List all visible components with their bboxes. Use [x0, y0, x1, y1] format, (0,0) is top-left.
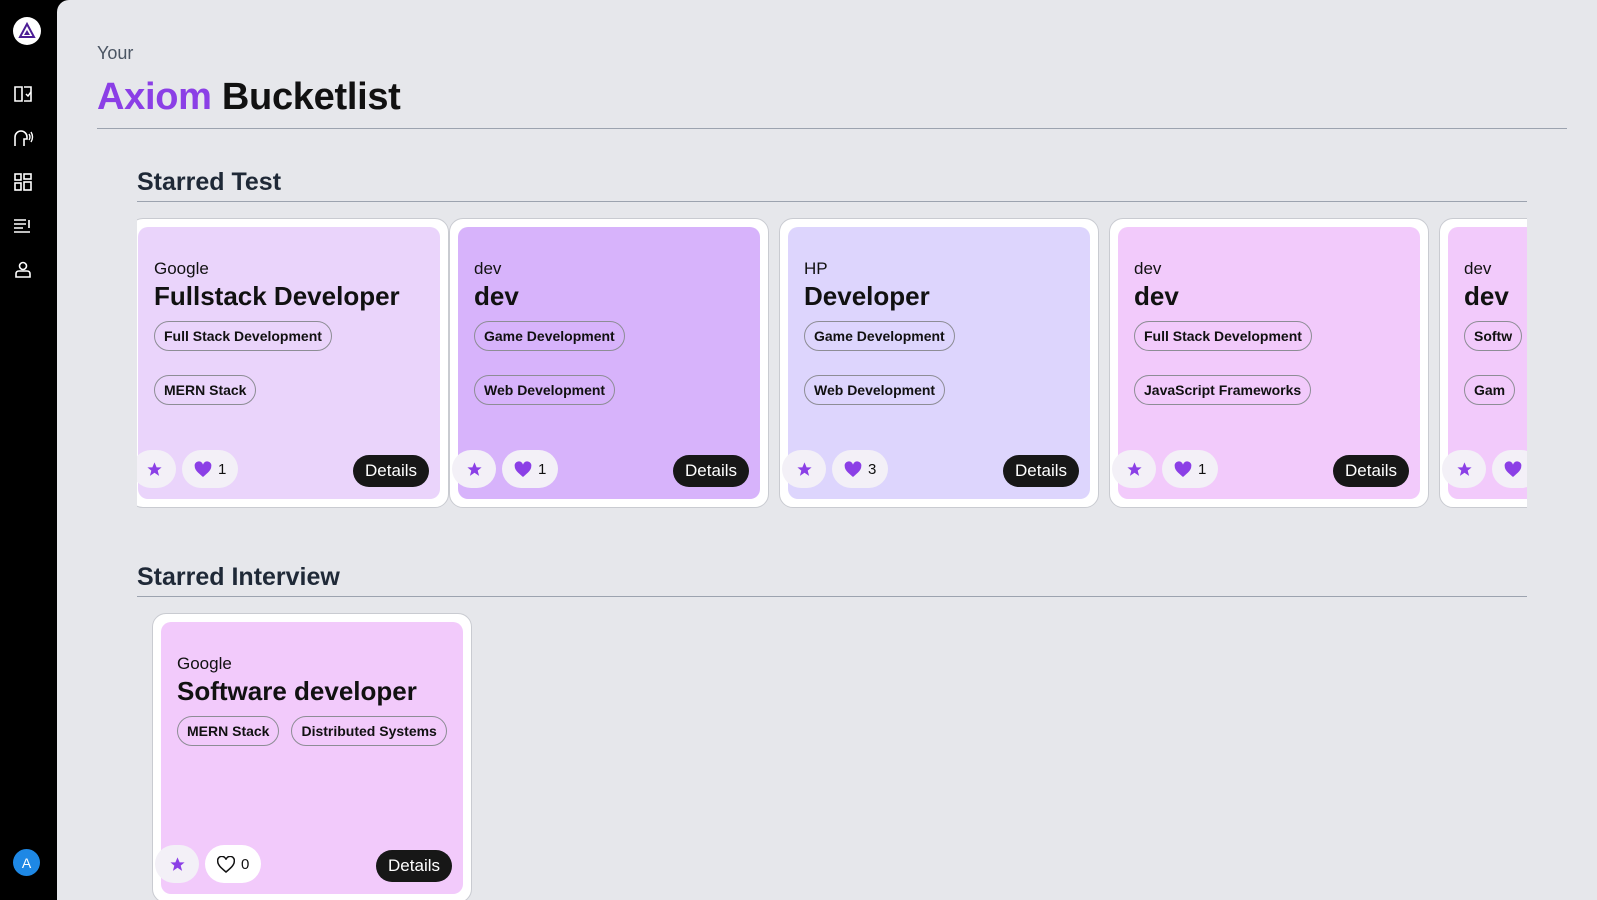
- card-tag[interactable]: MERN Stack: [154, 374, 257, 405]
- bucketlist-card[interactable]: dev dev Game Development Web Development 1 De…: [449, 218, 769, 508]
- card-body: Google Fullstack Developer Full Stack Deve…: [137, 227, 440, 499]
- star-button[interactable]: [1112, 450, 1156, 488]
- card-tag[interactable]: Web Development: [474, 374, 616, 405]
- page-title-accent: Axiom: [97, 76, 212, 118]
- details-button[interactable]: Details: [353, 455, 429, 487]
- like-button[interactable]: 1: [182, 450, 239, 488]
- card-tag[interactable]: Distributed Systems: [291, 715, 447, 746]
- card-role: dev: [1464, 281, 1509, 311]
- bucketlist-card[interactable]: devdevSoftwGamDetails: [1439, 218, 1527, 508]
- bucketlist-card[interactable]: dev dev Full Stack Development JavaScript F…: [1109, 218, 1429, 508]
- user-icon[interactable]: [12, 259, 34, 281]
- card-company: Google: [177, 654, 232, 673]
- like-count: 1: [1198, 460, 1207, 478]
- card-tags: Full Stack Development MERN Stack: [154, 320, 424, 405]
- star-button[interactable]: [137, 450, 176, 488]
- card-tags: MERN Stack Distributed Systems: [177, 715, 447, 746]
- card-tags: Game Development Web Development: [804, 320, 1074, 405]
- card-tag[interactable]: Softw: [1464, 320, 1523, 351]
- card-body: HP Developer Game Development Web Developme…: [782, 227, 1090, 499]
- like-button[interactable]: 1: [502, 450, 559, 488]
- like-button[interactable]: 1: [1162, 450, 1219, 488]
- like-button[interactable]: 0: [205, 845, 262, 883]
- card-body: dev dev Full Stack Development JavaScript F…: [1112, 227, 1420, 499]
- card-tags: Softw Gam: [1464, 320, 1527, 405]
- card-body: Google Software developer MERN Stack Distri…: [155, 622, 463, 894]
- like-count: 1: [218, 460, 227, 478]
- speaking-head-icon[interactable]: [12, 127, 34, 149]
- star-button[interactable]: [782, 450, 826, 488]
- section-divider: [137, 201, 1527, 202]
- card-tag[interactable]: MERN Stack: [177, 715, 280, 746]
- details-button[interactable]: Details: [376, 850, 452, 882]
- grid-icon[interactable]: [12, 171, 34, 193]
- card-tag[interactable]: Gam: [1464, 374, 1516, 405]
- card-tag[interactable]: Game Development: [804, 320, 955, 351]
- card-role: Developer: [804, 281, 930, 311]
- bucketlist-card[interactable]: HP Developer Game Development Web Developme…: [779, 218, 1099, 508]
- axiom-logo-icon[interactable]: [13, 17, 41, 45]
- card-company: dev: [1464, 259, 1492, 278]
- card-company: dev: [474, 259, 502, 278]
- page-title: Axiom Bucketlist: [97, 76, 401, 119]
- section-divider: [137, 596, 1527, 597]
- star-icon: [169, 856, 185, 871]
- like-button[interactable]: [1492, 450, 1527, 488]
- details-button[interactable]: Details: [1333, 455, 1409, 487]
- star-button[interactable]: [1442, 450, 1486, 488]
- avatar[interactable]: A: [13, 849, 40, 876]
- page-title-rest: Bucketlist: [221, 76, 401, 118]
- star-icon: [796, 461, 812, 476]
- section-title-starred-interview: Starred Interview: [137, 563, 340, 591]
- heart-outline-icon: [217, 855, 235, 873]
- like-count: 0: [241, 855, 250, 873]
- card-role: dev: [474, 281, 519, 311]
- card-role: Fullstack Developer: [154, 281, 400, 311]
- main-content: Your Axiom Bucketlist Starred Test Googl…: [57, 0, 1597, 900]
- bucketlist-card[interactable]: Google Fullstack Developer Full Stack Deve…: [137, 218, 449, 508]
- star-icon: [466, 461, 482, 476]
- card-company: HP: [804, 259, 828, 278]
- card-body: devdevSoftwGamDetails: [1442, 227, 1527, 499]
- card-tag[interactable]: Web Development: [804, 374, 946, 405]
- like-count: 3: [868, 460, 877, 478]
- avatar-letter: A: [21, 854, 32, 871]
- card-company: Google: [154, 259, 209, 278]
- card-tag[interactable]: Full Stack Development: [1134, 320, 1312, 351]
- star-icon: [1126, 461, 1142, 476]
- card-track: Google Software developer MERN Stack Distri…: [137, 613, 1527, 900]
- book-icon[interactable]: [12, 83, 34, 105]
- title-divider: [97, 128, 1567, 129]
- heart-icon: [194, 460, 212, 477]
- page-eyebrow: Your: [97, 43, 134, 63]
- star-button[interactable]: [452, 450, 496, 488]
- like-count: 1: [538, 460, 547, 478]
- star-icon: [146, 461, 162, 476]
- sidebar: A: [0, 0, 57, 900]
- details-button[interactable]: Details: [1003, 455, 1079, 487]
- card-body: dev dev Game Development Web Development 1 De…: [452, 227, 760, 499]
- like-button[interactable]: 3: [832, 450, 889, 488]
- heart-icon: [844, 460, 862, 477]
- card-tag[interactable]: JavaScript Frameworks: [1134, 374, 1312, 405]
- card-track: Google Fullstack Developer Full Stack Deve…: [137, 218, 1527, 510]
- heart-icon: [1504, 460, 1522, 477]
- card-tags: Full Stack Development JavaScript Framewo…: [1134, 320, 1404, 405]
- card-role: Software developer: [177, 676, 417, 706]
- card-role: dev: [1134, 281, 1179, 311]
- bucketlist-card[interactable]: Google Software developer MERN Stack Distri…: [152, 613, 472, 900]
- heart-icon: [1174, 460, 1192, 477]
- details-button[interactable]: Details: [673, 455, 749, 487]
- card-tag[interactable]: Full Stack Development: [154, 320, 332, 351]
- card-tag[interactable]: Game Development: [474, 320, 625, 351]
- section-title-starred-test: Starred Test: [137, 168, 282, 196]
- starred-interview-list: Google Software developer MERN Stack Distri…: [137, 613, 1527, 900]
- list-icon[interactable]: [12, 215, 34, 237]
- card-company: dev: [1134, 259, 1162, 278]
- card-tags: Game Development Web Development: [474, 320, 744, 405]
- star-icon: [1456, 461, 1472, 476]
- starred-test-carousel[interactable]: Google Fullstack Developer Full Stack Deve…: [137, 218, 1527, 510]
- star-button[interactable]: [155, 845, 199, 883]
- heart-icon: [514, 460, 532, 477]
